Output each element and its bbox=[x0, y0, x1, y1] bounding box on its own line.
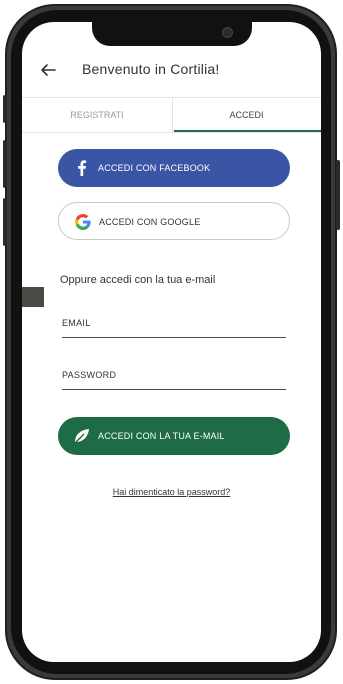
side-marker bbox=[22, 287, 44, 307]
facebook-login-label: ACCEDI CON FACEBOOK bbox=[98, 163, 211, 173]
page-title: Benvenuto in Cortilia! bbox=[82, 61, 220, 77]
phone-volume-up-button bbox=[3, 140, 7, 188]
phone-side-button bbox=[3, 95, 7, 123]
password-label: PASSWORD bbox=[62, 370, 117, 380]
google-icon bbox=[75, 214, 91, 230]
auth-tabs: REGISTRATI ACCEDI bbox=[22, 97, 321, 133]
tab-accedi[interactable]: ACCEDI bbox=[172, 98, 321, 132]
email-login-label: ACCEDI CON LA TUA E-MAIL bbox=[98, 431, 225, 441]
facebook-icon bbox=[78, 160, 87, 176]
google-login-label: ACCEDI CON GOOGLE bbox=[99, 217, 201, 227]
active-tab-indicator bbox=[174, 130, 321, 132]
phone-power-button bbox=[336, 160, 340, 230]
tab-registrati[interactable]: REGISTRATI bbox=[22, 98, 173, 132]
phone-volume-down-button bbox=[3, 198, 7, 246]
app-header: Benvenuto in Cortilia! bbox=[22, 52, 321, 94]
or-email-text: Oppure accedi con la tua e-mail bbox=[60, 274, 216, 286]
google-login-button[interactable]: ACCEDI CON GOOGLE bbox=[58, 202, 290, 240]
forgot-password-link[interactable]: Hai dimenticato la password? bbox=[22, 487, 321, 497]
arrow-left-icon[interactable] bbox=[38, 60, 58, 80]
app-screen: Benvenuto in Cortilia! REGISTRATI ACCEDI… bbox=[22, 22, 321, 662]
phone-notch bbox=[92, 22, 252, 46]
email-login-button[interactable]: ACCEDI CON LA TUA E-MAIL bbox=[58, 417, 290, 455]
email-field[interactable]: EMAIL bbox=[62, 313, 286, 338]
camera-icon bbox=[222, 27, 233, 38]
password-field[interactable]: PASSWORD bbox=[62, 365, 286, 390]
facebook-login-button[interactable]: ACCEDI CON FACEBOOK bbox=[58, 149, 290, 187]
leaf-icon bbox=[74, 429, 89, 444]
email-label: EMAIL bbox=[62, 318, 91, 328]
